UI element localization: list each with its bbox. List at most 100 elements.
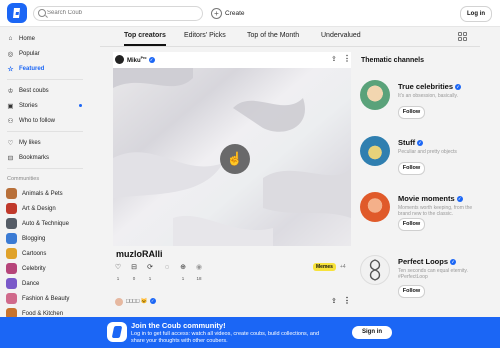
coub-logo-icon xyxy=(13,8,20,18)
popular-icon: ◎ xyxy=(7,50,14,58)
sidebar-item-stories[interactable]: ▣ Stories xyxy=(0,98,90,113)
sidebar-divider xyxy=(7,168,83,169)
search-input[interactable] xyxy=(47,7,197,19)
sidebar-item-label: Home xyxy=(19,35,36,42)
heart-icon: ♡ xyxy=(114,264,122,271)
share-icon[interactable]: ⇪ xyxy=(331,297,337,305)
trophy-icon: ♔ xyxy=(7,87,14,95)
who-to-follow-icon: ⚇ xyxy=(7,117,14,125)
views-indicator: ◉ 18 xyxy=(194,263,204,281)
coub-author[interactable]: □□□□ 😺 ✓ xyxy=(126,298,156,304)
comment-button[interactable]: ◌ xyxy=(162,263,172,272)
follow-button[interactable]: Follow xyxy=(398,218,425,231)
avatar[interactable] xyxy=(115,298,123,306)
community-cartoons[interactable]: Cartoons xyxy=(0,246,90,261)
thematic-channels-heading: Thematic channels xyxy=(361,57,425,64)
channel-avatar[interactable] xyxy=(360,80,390,110)
tab-undervalued[interactable]: Undervalued xyxy=(321,32,361,39)
share-icon[interactable]: ⇪ xyxy=(331,55,337,63)
bookmark-icon: ⊟ xyxy=(7,154,14,162)
login-button[interactable]: Log in xyxy=(460,6,492,22)
follow-button[interactable]: Follow xyxy=(398,285,425,298)
hand-cursor-play-icon[interactable]: ☝ xyxy=(220,144,250,174)
coub-title[interactable]: muzloRAlli xyxy=(116,249,163,259)
grid-view-icon[interactable] xyxy=(458,32,467,41)
channel-name-text: True celebrities xyxy=(398,82,454,91)
plus-icon: + xyxy=(211,7,222,19)
sidebar-item-popular[interactable]: ◎ Popular xyxy=(0,46,90,61)
send-button[interactable]: ⊕ 1 xyxy=(178,263,188,281)
like-button[interactable]: ♡ 1 xyxy=(113,263,123,281)
follow-button[interactable]: Follow xyxy=(398,162,425,175)
channel-true-celebrities: True celebrities ✓ It's an obsession, bas… xyxy=(360,80,490,136)
channel-movie-moments: Movie moments ✓ Moments worth keeping, fr… xyxy=(360,192,490,248)
community-label: Fashion & Beauty xyxy=(22,295,70,302)
recoub-button[interactable]: ⟳ 1 xyxy=(145,263,155,281)
tab-editors-picks[interactable]: Editors' Picks xyxy=(184,32,226,39)
comment-icon: ◌ xyxy=(164,264,170,271)
sidebar-divider xyxy=(7,131,83,132)
channel-name[interactable]: Perfect Loops ✓ xyxy=(398,257,457,266)
coub-author[interactable]: MikuPro ✓ xyxy=(127,56,155,64)
community-blogging[interactable]: Blogging xyxy=(0,231,90,246)
channel-avatar[interactable] xyxy=(360,136,390,166)
sidebar-item-bookmarks[interactable]: ⊟ Bookmarks xyxy=(0,150,90,165)
channel-name[interactable]: Stuff ✓ xyxy=(398,138,424,147)
tab-top-creators[interactable]: Top creators xyxy=(124,32,166,39)
sidebar-item-my-likes[interactable]: ♡ My likes xyxy=(0,135,90,150)
sign-in-button[interactable]: Sign in xyxy=(352,326,392,339)
community-fashion-beauty[interactable]: Fashion & Beauty xyxy=(0,291,90,306)
sidebar-item-label: Stories xyxy=(19,102,38,109)
sidebar-item-home[interactable]: ⌂ Home xyxy=(0,31,90,46)
channel-avatar[interactable] xyxy=(360,192,390,222)
follow-button[interactable]: Follow xyxy=(398,106,425,119)
community-thumbnail xyxy=(6,203,17,214)
community-thumbnail xyxy=(6,233,17,244)
coub-logo[interactable] xyxy=(7,3,27,23)
bookmark-button[interactable]: ⊟ 0 xyxy=(129,263,139,281)
more-options-icon[interactable]: ⋮ xyxy=(343,54,351,63)
sidebar-item-label: Popular xyxy=(19,50,40,57)
coub-card: MikuPro ✓ ⇪ ⋮ ☝ xyxy=(113,52,351,246)
recoub-icon: ⟳ xyxy=(147,264,153,271)
channel-name[interactable]: True celebrities ✓ xyxy=(398,82,462,91)
community-thumbnail xyxy=(6,278,17,289)
community-art-design[interactable]: Art & Design xyxy=(0,201,90,216)
community-auto-technique[interactable]: Auto & Technique xyxy=(0,216,90,231)
verified-icon: ✓ xyxy=(455,84,462,91)
sidebar-item-featured[interactable]: ☆ Featured xyxy=(0,61,90,76)
sidebar-item-best-coubs[interactable]: ♔ Best coubs xyxy=(0,83,90,98)
avatar[interactable] xyxy=(115,55,124,64)
stories-icon: ▣ xyxy=(7,102,14,110)
community-label: Celebrity xyxy=(22,265,46,272)
search-box[interactable] xyxy=(33,6,203,21)
coub-video-player[interactable]: ☝ xyxy=(113,68,351,246)
sidebar-item-label: Who to follow xyxy=(19,117,56,124)
community-celebrity[interactable]: Celebrity xyxy=(0,261,90,276)
channel-avatar[interactable] xyxy=(360,255,390,285)
community-animals-pets[interactable]: Animals & Pets xyxy=(0,186,90,201)
sidebar-item-label: Featured xyxy=(19,65,45,72)
coub-card-header: MikuPro ✓ ⇪ ⋮ xyxy=(113,52,351,68)
sidebar-item-who-to-follow[interactable]: ⚇ Who to follow xyxy=(0,113,90,128)
create-button[interactable]: + Create xyxy=(211,7,245,19)
community-label: Dance xyxy=(22,280,40,287)
tab-top-of-the-month[interactable]: Top of the Month xyxy=(247,32,299,39)
star-icon: ☆ xyxy=(7,65,14,73)
verified-icon: ✓ xyxy=(450,259,457,266)
channel-description: It's an obsession, basically. xyxy=(398,93,459,99)
community-dance[interactable]: Dance xyxy=(0,276,90,291)
heart-icon: ♡ xyxy=(7,139,14,147)
community-label: Art & Design xyxy=(22,205,56,212)
channel-name[interactable]: Movie moments ✓ xyxy=(398,194,463,203)
community-label: Blogging xyxy=(22,235,46,242)
more-tags-count[interactable]: +4 xyxy=(340,264,346,270)
more-options-icon[interactable]: ⋮ xyxy=(343,296,351,305)
send-count: 1 xyxy=(181,276,185,281)
send-icon: ⊕ xyxy=(180,264,186,271)
tag-badge[interactable]: Memes xyxy=(313,263,336,271)
like-count: 1 xyxy=(116,276,120,281)
channel-description: Moments worth keeping, from the brand ne… xyxy=(398,205,473,217)
community-label: Cartoons xyxy=(22,250,47,257)
sidebar-item-label: Bookmarks xyxy=(19,154,50,161)
